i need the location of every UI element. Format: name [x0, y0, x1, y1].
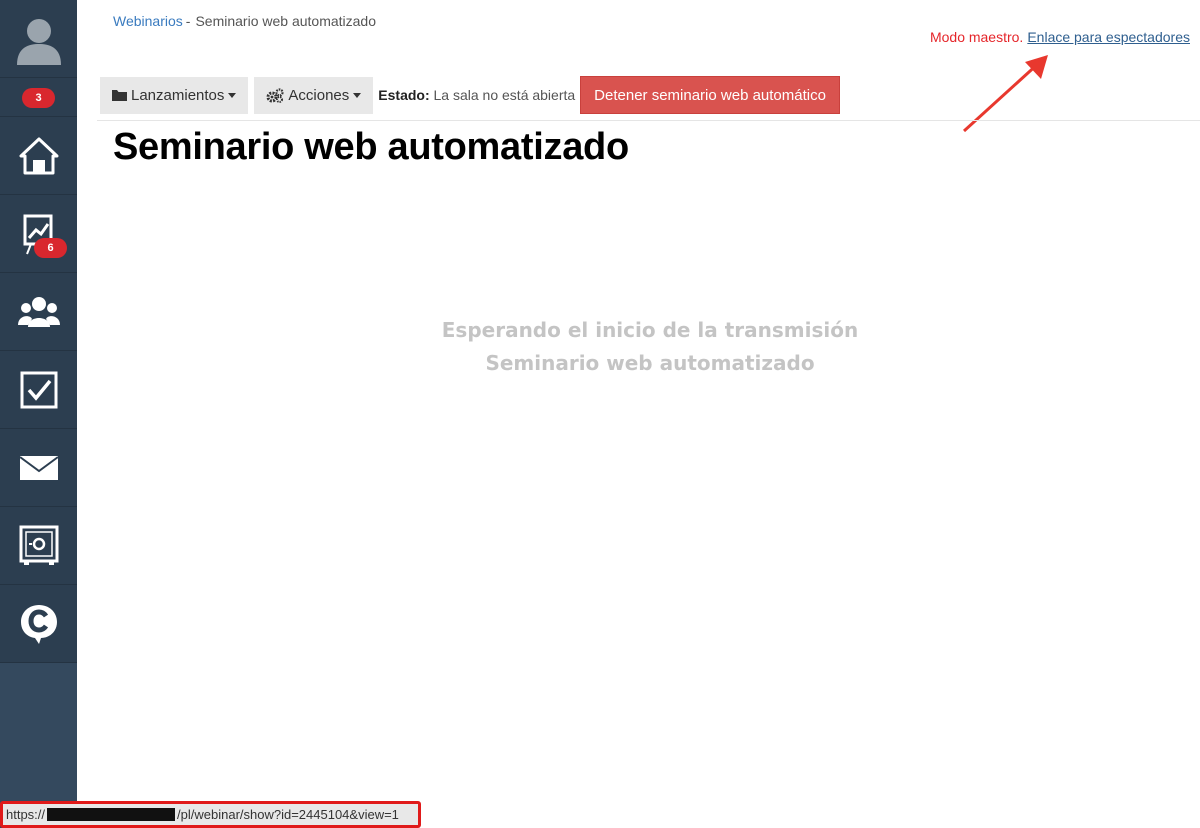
breadcrumb-separator: - [185, 13, 191, 29]
user-avatar[interactable] [0, 0, 77, 78]
chevron-down-icon [228, 92, 237, 98]
stop-webinar-button[interactable]: Detener seminario web automático [580, 76, 840, 114]
launches-label: Lanzamientos [131, 86, 225, 104]
waiting-line-1: Esperando el inicio de la transmisión [441, 318, 859, 342]
toolbar: Lanzamientos Acciones Estado: La sala no… [100, 76, 840, 114]
envelope-icon [18, 455, 59, 481]
breadcrumb: Webinarios - Seminario web automatizado [113, 13, 376, 29]
url-prefix: https:// [6, 807, 46, 822]
launches-dropdown[interactable]: Lanzamientos [100, 76, 249, 114]
breadcrumb-current: Seminario web automatizado [195, 13, 376, 29]
checkbox-icon [19, 370, 59, 410]
actions-dropdown[interactable]: Acciones [254, 76, 374, 114]
safe-icon [19, 525, 59, 567]
reports-badge: 6 [34, 238, 67, 258]
divider [97, 120, 1200, 121]
status-label: Estado: [378, 87, 430, 103]
viewer-link[interactable]: Enlace para espectadores [1027, 29, 1190, 45]
gears-icon [266, 87, 285, 103]
chevron-down-icon [353, 92, 362, 98]
sidebar-item-mail[interactable] [0, 429, 77, 507]
folder-icon [112, 89, 127, 101]
waiting-line-2: Seminario web automatizado [485, 351, 815, 375]
status-value: La sala no está abierta [433, 87, 576, 103]
room-status: Estado: La sala no está abierta [378, 87, 575, 103]
actions-label: Acciones [288, 86, 350, 104]
url-suffix: /pl/webinar/show?id=2445104&view=1 [177, 807, 399, 822]
users-group-icon [17, 295, 60, 329]
sidebar-item-home[interactable] [0, 117, 77, 195]
sidebar: 3 6 [0, 0, 77, 828]
annotation-arrow [962, 55, 1048, 133]
home-icon [18, 136, 60, 176]
chat-c-icon [19, 603, 59, 645]
status-url-bar: https:// /pl/webinar/show?id=2445104&view… [0, 801, 421, 828]
sidebar-item-users[interactable] [0, 273, 77, 351]
master-mode-label: Modo maestro. [929, 29, 1024, 45]
sidebar-item-safe[interactable] [0, 507, 77, 585]
sidebar-item-reports[interactable] [0, 195, 77, 273]
sidebar-item-tasks[interactable] [0, 351, 77, 429]
notification-badge: 3 [22, 88, 55, 108]
user-silhouette-icon [13, 13, 65, 65]
sidebar-item-chat[interactable] [0, 585, 77, 663]
redacted-domain [47, 808, 176, 821]
waiting-message: Esperando el inicio de la transmisión Se… [400, 314, 900, 380]
page-title: Seminario web automatizado [113, 126, 629, 168]
master-mode: Modo maestro. Enlace para espectadores [930, 29, 1190, 45]
breadcrumb-webinars-link[interactable]: Webinarios [113, 13, 183, 29]
